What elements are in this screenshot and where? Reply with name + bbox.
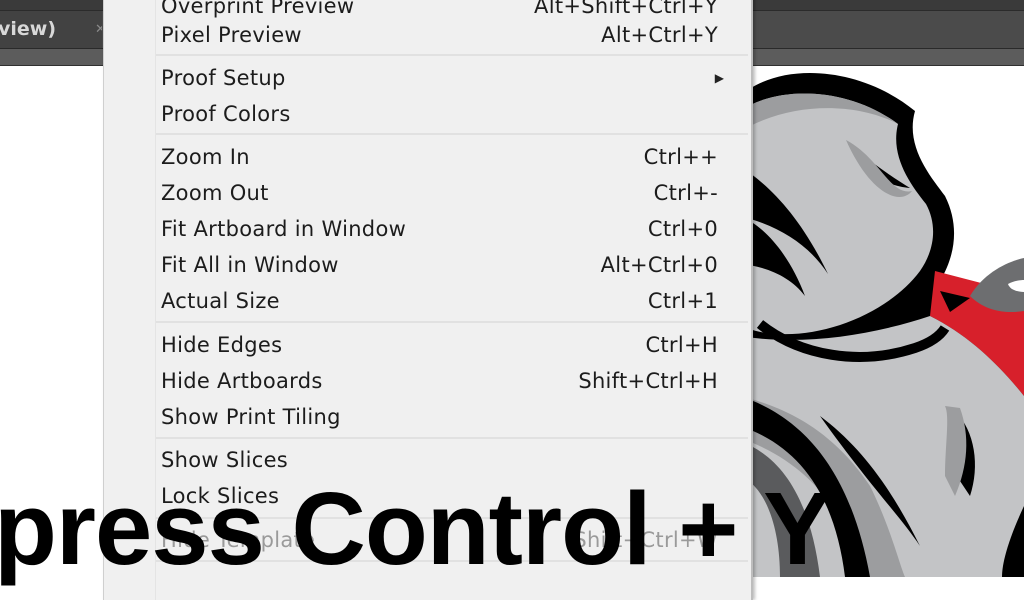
menu-item-proof-colors[interactable]: Proof Colors: [156, 96, 746, 132]
menu-item-label: Hide Edges: [161, 333, 283, 357]
close-icon[interactable]: ✕: [95, 11, 102, 48]
menu-separator: [156, 54, 748, 56]
menu-item-label: Hide Artboards: [161, 369, 323, 393]
menu-item-shortcut: Ctrl+1: [647, 289, 718, 313]
menu-item-label: Fit All in Window: [161, 253, 339, 277]
menu-item-label: Zoom Out: [161, 181, 269, 205]
menu-item-label: Proof Colors: [161, 102, 291, 126]
menu-item-actual-size[interactable]: Actual Size Ctrl+1: [156, 283, 746, 319]
menu-item-hide-edges[interactable]: Hide Edges Ctrl+H: [156, 327, 746, 363]
menu-item-label: Actual Size: [161, 289, 280, 313]
menu-item-label: Zoom In: [161, 145, 250, 169]
menu-item-label: Proof Setup: [161, 66, 286, 90]
menu-item-zoom-out[interactable]: Zoom Out Ctrl+-: [156, 175, 746, 211]
menu-item-shortcut: Alt+Ctrl+0: [600, 253, 718, 277]
menu-item-shortcut: Ctrl++: [643, 145, 718, 169]
menu-item-shortcut: Ctrl+H: [645, 333, 718, 357]
menu-separator: [156, 437, 748, 439]
menu-item-label: Fit Artboard in Window: [161, 217, 407, 241]
menu-item-label: Show Print Tiling: [161, 405, 341, 429]
menu-item-shortcut: Ctrl+-: [653, 181, 718, 205]
menu-separator: [156, 321, 748, 323]
menu-item-fit-artboard-in-window[interactable]: Fit Artboard in Window Ctrl+0: [156, 211, 746, 247]
menu-item-fit-all-in-window[interactable]: Fit All in Window Alt+Ctrl+0: [156, 247, 746, 283]
tutorial-caption: press Control + Y: [0, 471, 832, 586]
menu-item-zoom-in[interactable]: Zoom In Ctrl++: [156, 139, 746, 175]
menu-item-pixel-preview[interactable]: Pixel Preview Alt+Ctrl+Y: [156, 17, 746, 53]
document-tab[interactable]: view) ✕: [0, 11, 102, 48]
menu-item-show-print-tiling[interactable]: Show Print Tiling: [156, 399, 746, 435]
menu-item-shortcut: Alt+Ctrl+Y: [601, 23, 718, 47]
menu-item-proof-setup[interactable]: Proof Setup ▶: [156, 60, 746, 96]
menu-item-shortcut: Shift+Ctrl+H: [578, 369, 718, 393]
menu-item-hide-artboards[interactable]: Hide Artboards Shift+Ctrl+H: [156, 363, 746, 399]
document-tab-label: view): [0, 18, 57, 40]
menu-separator: [156, 133, 748, 135]
triangle-right-icon: ▶: [714, 71, 724, 85]
menu-item-shortcut: Ctrl+0: [647, 217, 718, 241]
menu-item-label: Pixel Preview: [161, 23, 302, 47]
